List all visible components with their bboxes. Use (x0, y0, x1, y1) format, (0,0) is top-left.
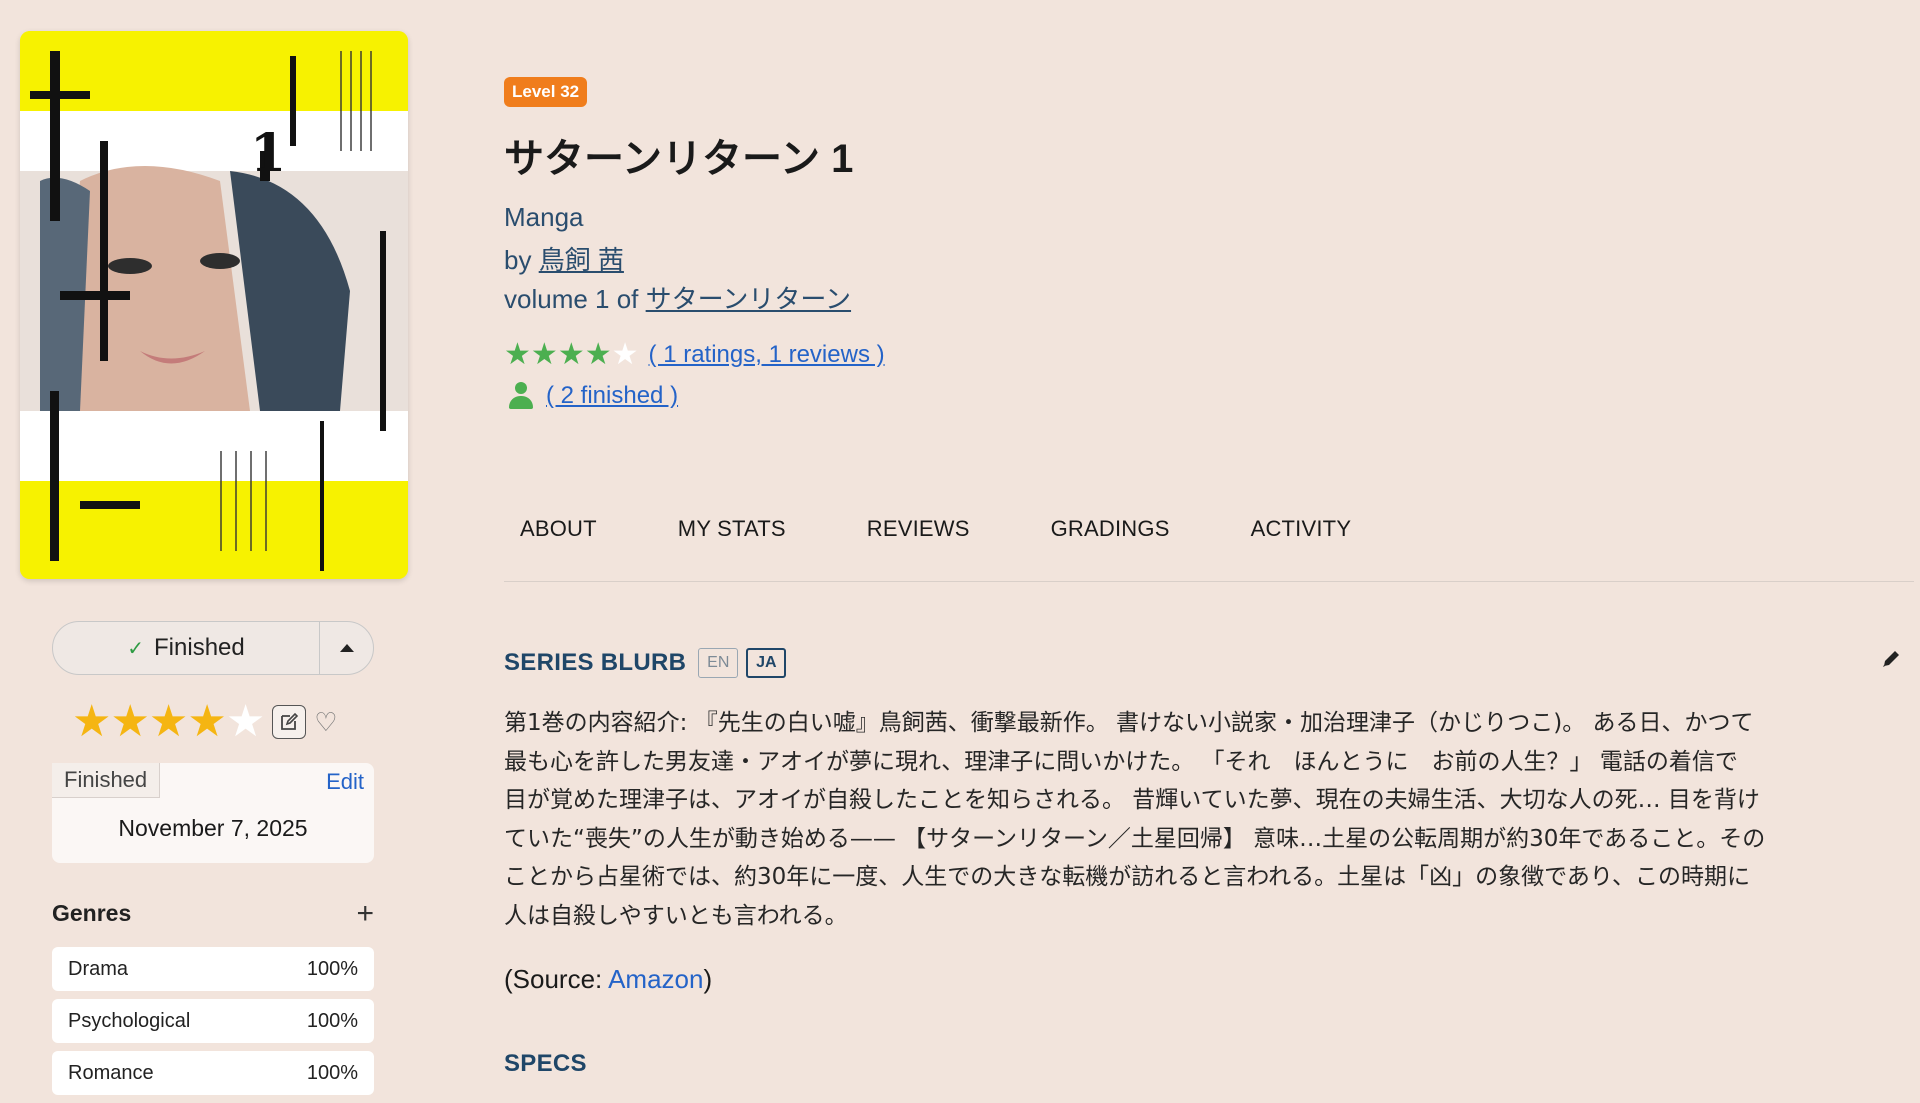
user-star-3[interactable]: ★ (149, 700, 188, 744)
status-dropdown-toggle[interactable] (319, 622, 373, 674)
series-blurb-text: 第1巻の内容紹介: 『先生の白い嘘』鳥飼茜、衝撃最新作。 書けない小説家・加治理… (504, 704, 1912, 935)
community-star-2: ★ (530, 338, 558, 371)
community-star-1: ★ (504, 338, 531, 371)
tab-activity[interactable]: ACTIVITY (1235, 516, 1368, 581)
genre-name: Psychological (68, 1009, 191, 1032)
genre-item[interactable]: Psychological 100% (52, 999, 374, 1043)
cover-art: 1 (20, 31, 408, 579)
blurb-line: ていた“喪失”の人生が動き始める—— 【サターンリターン／土星回帰】 意味…土星… (504, 825, 1766, 852)
genre-item[interactable]: Drama 100% (52, 947, 374, 991)
source-suffix: ) (703, 964, 713, 994)
book-type: Manga (504, 202, 584, 232)
genres-header: Genres + (52, 898, 374, 928)
ratings-reviews-link[interactable]: ( 1 ratings, 1 reviews ) (649, 341, 885, 369)
genre-percent: 100% (306, 957, 358, 980)
tab-gradings[interactable]: GRADINGS (1035, 516, 1186, 581)
finished-date-edit-link[interactable]: Edit (326, 769, 364, 795)
series-blurb-header: SERIES BLURB EN JA (504, 648, 787, 678)
level-badge: Level 32 (504, 77, 588, 107)
lang-en-toggle[interactable]: EN (698, 648, 739, 678)
genre-name: Drama (68, 957, 129, 980)
tab-reviews[interactable]: REVIEWS (851, 516, 986, 581)
user-star-5[interactable]: ★ (226, 700, 265, 744)
cover-volume-number: 1 (250, 123, 286, 184)
tab-my-stats[interactable]: MY STATS (662, 516, 802, 581)
user-rating: ★ ★ ★ ★ ★ ♡ (72, 700, 338, 744)
blurb-line: 最も心を許した男友達・アオイが夢に現れ、理津子に問いかけた。 「それ ほんとうに… (504, 748, 1738, 775)
community-star-4: ★ (584, 338, 612, 371)
edit-pencil-icon[interactable] (1880, 648, 1902, 675)
community-rating: ★ ★ ★ ★ ★ ( 1 ratings, 1 reviews ) (504, 340, 885, 370)
series-blurb-title: SERIES BLURB (504, 649, 687, 676)
lang-ja-toggle[interactable]: JA (746, 648, 787, 678)
genre-item[interactable]: Romance 100% (52, 1051, 374, 1095)
tab-about[interactable]: ABOUT (504, 516, 613, 581)
blurb-line: 人は自殺しやすいとも言われる。 (504, 902, 848, 929)
genre-name: Romance (68, 1061, 154, 1084)
book-cover: 1 (20, 31, 408, 579)
community-star-5: ★ (611, 338, 639, 371)
volume-prefix: volume 1 of (504, 284, 646, 314)
book-author-line: by 鳥飼 茜 (504, 240, 624, 277)
finished-count-link[interactable]: ( 2 finished ) (546, 382, 678, 410)
book-series-line: volume 1 of サターンリターン (504, 279, 851, 316)
source-link[interactable]: Amazon (608, 964, 703, 994)
genre-percent: 100% (306, 1009, 358, 1032)
tab-bar: ABOUT MY STATS REVIEWS GRADINGS ACTIVITY (504, 516, 1914, 582)
blurb-line: 第1巻の内容紹介: 『先生の白い嘘』鳥飼茜、衝撃最新作。 書けない小説家・加治理… (504, 710, 1754, 736)
finished-count-row: ( 2 finished ) (508, 382, 678, 410)
blurb-source: (Source: Amazon) (504, 964, 712, 995)
source-prefix: (Source: (504, 964, 609, 994)
author-link[interactable]: 鳥飼 茜 (539, 245, 624, 275)
status-label: Finished (154, 634, 245, 661)
community-star-3: ★ (557, 338, 585, 371)
edit-review-icon[interactable] (272, 705, 307, 739)
finished-date-card: Finished Edit November 7, 2025 (52, 763, 374, 863)
series-link[interactable]: サターンリターン (646, 284, 851, 314)
user-star-1[interactable]: ★ (72, 700, 111, 744)
caret-up-icon (339, 644, 354, 652)
finished-card-label: Finished (52, 763, 161, 798)
specs-heading: SPECS (504, 1050, 587, 1077)
user-star-2[interactable]: ★ (110, 700, 149, 744)
genres-title: Genres (52, 900, 132, 926)
check-icon: ✓ (127, 637, 145, 660)
by-prefix: by (504, 245, 539, 275)
genre-percent: 100% (306, 1061, 358, 1084)
add-genre-icon[interactable]: + (356, 898, 374, 928)
reading-status-button[interactable]: ✓ Finished (52, 621, 374, 675)
person-icon (508, 382, 534, 410)
favorite-heart-icon[interactable]: ♡ (314, 707, 337, 738)
user-star-4[interactable]: ★ (187, 700, 226, 744)
status-main-button[interactable]: ✓ Finished (53, 622, 319, 674)
blurb-line: ことから占星術では、約30年に一度、人生での大きな転機が訪れると言われる。土星は… (504, 864, 1750, 890)
blurb-line: 目が覚めた理津子は、アオイが自殺したことを知らされる。 昔輝いていた夢、現在の夫… (504, 787, 1760, 813)
finished-date: November 7, 2025 (118, 815, 308, 841)
book-title: サターンリターン 1 (504, 137, 854, 181)
